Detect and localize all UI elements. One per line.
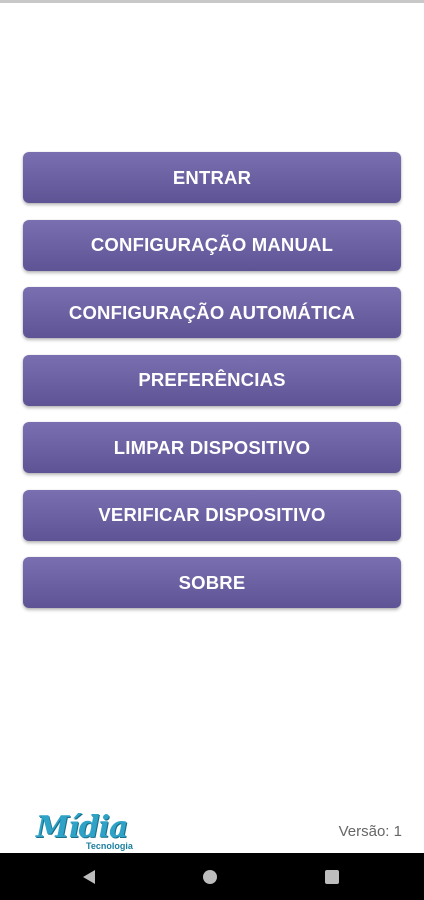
system-nav-bar [0,853,424,900]
auto-config-button[interactable]: CONFIGURAÇÃO AUTOMÁTICA [23,287,401,338]
back-icon[interactable] [83,870,95,884]
company-logo: Mídia Tecnologia [36,808,146,854]
status-divider [0,0,424,3]
verify-device-button[interactable]: VERIFICAR DISPOSITIVO [23,489,401,541]
entrar-button[interactable]: ENTRAR [23,152,401,203]
recent-apps-icon[interactable] [325,870,339,884]
clear-device-button[interactable]: LIMPAR DISPOSITIVO [23,422,401,473]
logo-subtitle: Tecnologia [86,841,133,851]
main-menu: ENTRAR CONFIGURAÇÃO MANUAL CONFIGURAÇÃO … [23,152,401,625]
manual-config-button[interactable]: CONFIGURAÇÃO MANUAL [23,219,401,271]
logo-name: Mídia [36,810,128,845]
version-label: Versão: 1 [338,823,402,840]
home-icon[interactable] [203,870,217,884]
about-button[interactable]: SOBRE [23,557,401,608]
preferences-button[interactable]: PREFERÊNCIAS [23,354,401,406]
